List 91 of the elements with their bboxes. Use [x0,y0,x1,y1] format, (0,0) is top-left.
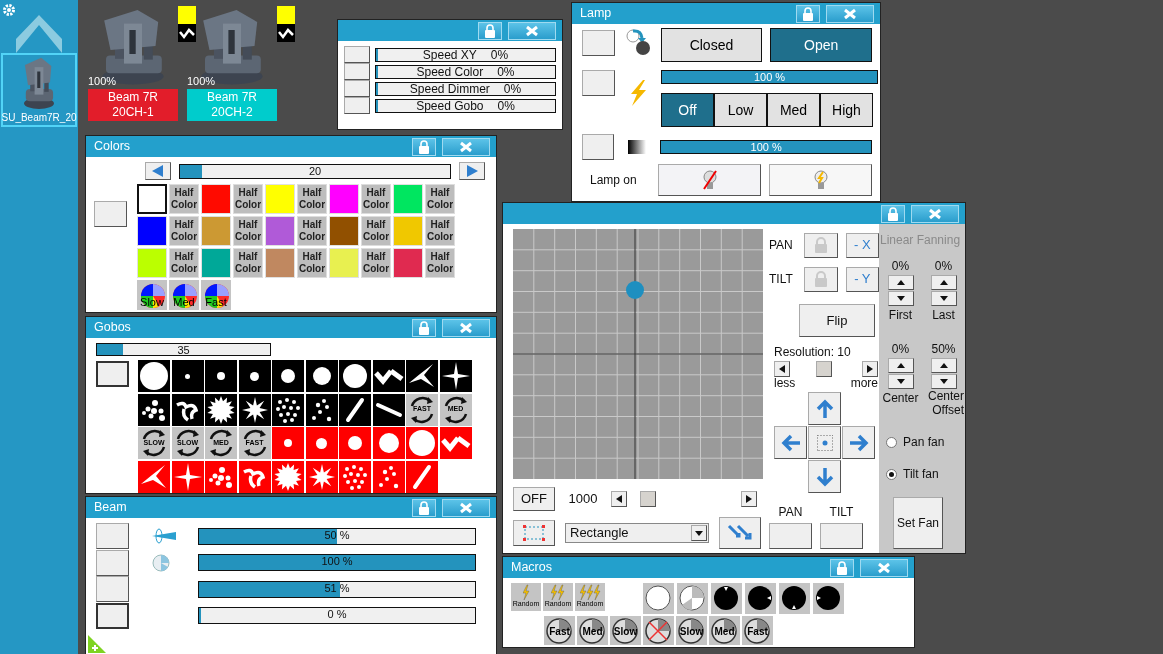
speed-macro-button[interactable]: Fast [544,616,575,645]
intensity-label: 100% [187,76,217,87]
axis-label: TILT [769,271,794,288]
half-color-button[interactable]: Half Color [169,248,199,278]
fan-label: Center Offset [926,389,964,417]
level-reading: 20 [308,164,322,177]
half-color-button[interactable]: Half Color [425,184,455,214]
window-title: Gobos [94,319,131,337]
fixture-label: SU_Beam7R_20 [1,110,77,125]
speed-macro-button[interactable]: Med [577,616,608,645]
radio-option[interactable]: Tilt fan [886,465,964,483]
half-color-button[interactable]: Half Color [297,184,327,214]
beam-slider[interactable]: 51 % [198,580,476,598]
speed-slider[interactable]: Speed XY 0% [375,47,556,62]
speed-slider[interactable]: Speed Dimmer 0% [375,81,556,96]
half-color-button[interactable]: Half Color [233,248,263,278]
power-button[interactable]: Off [661,93,714,127]
fan-label: Center [882,390,919,407]
speed-value: 0% [490,48,509,61]
level-reading: 100 % [753,71,786,83]
window-title: Colors [94,138,131,156]
percent-value: 0% [934,258,953,275]
color-wheel-button[interactable]: Fast [201,280,231,310]
speed-value: 0% [503,82,522,95]
shutter-button[interactable]: Closed [660,28,763,62]
radio-option[interactable]: Pan fan [886,433,964,451]
level-reading: 100 % [321,555,353,568]
off-button[interactable]: OFF [513,487,555,511]
half-color-button[interactable]: Half Color [425,216,455,246]
half-color-button[interactable]: Half Color [297,248,327,278]
fan-label: Last [932,307,955,324]
axis-label: PAN [778,504,803,521]
percent-value: 0% [891,341,910,358]
half-color-button[interactable]: Half Color [169,184,199,214]
half-color-button[interactable]: Half Color [361,184,391,214]
beam-slider[interactable]: 0 % [198,607,476,625]
level-reading: 0 % [327,608,347,621]
window-title: Beam [94,499,127,517]
speed-value: 0% [497,65,515,78]
flip-button[interactable]: Flip [799,304,875,337]
speed-label: Speed Gobo [416,99,484,112]
gobo-slider[interactable]: 35 [96,343,271,356]
speed-macro-button[interactable]: Fast [742,616,773,645]
half-color-button[interactable]: Half Color [233,184,263,214]
level-reading: 35 [177,344,190,355]
half-color-button[interactable]: Half Color [425,248,455,278]
less-label: less [774,377,796,389]
half-color-button[interactable]: Half Color [297,216,327,246]
half-color-button[interactable]: Half Color [361,248,391,278]
power-button[interactable]: Med [767,93,820,127]
set-fan-button[interactable]: Set Fan [893,497,943,549]
level-reading: 51 % [324,581,350,594]
shutter-button[interactable]: Open [770,28,872,62]
level-reading: 100 % [750,141,782,153]
color-wheel-button[interactable]: Slow [137,280,167,310]
level-reading: 50 % [324,528,350,541]
speed-slider[interactable]: Speed Color 0% [375,64,556,79]
power-button[interactable]: High [820,93,873,127]
color-slider[interactable]: 20 [179,163,451,179]
power-button[interactable]: Low [714,93,767,127]
speed-slider[interactable]: Speed Gobo 0% [375,98,556,113]
dimmer-slider[interactable]: 100 % [661,70,878,84]
fanning-title: Linear Fanning [880,232,962,249]
lamp-on-label: Lamp on [589,172,638,189]
fade-slider[interactable]: 100 % [660,140,872,154]
speed-macro-button[interactable]: Med [709,616,740,645]
more-label: more [850,377,878,389]
axis-label: TILT [829,504,854,521]
window-title: Lamp [580,5,612,23]
half-color-button[interactable]: Half Color [169,216,199,246]
half-color-button[interactable]: Half Color [361,216,391,246]
resolution-label: Resolution: 10 [774,344,852,361]
window-title: Macros [511,559,552,577]
speed-label: Speed Color [416,65,484,78]
speed-macro-button[interactable]: Slow [610,616,641,645]
speed-value: 1000 [567,490,599,509]
fan-label: First [888,307,913,324]
axis-label: PAN [769,237,794,254]
shape-dropdown[interactable]: Rectangle [565,523,709,543]
beam-slider[interactable]: 100 % [198,554,476,572]
speed-macro-button[interactable]: Slow [676,616,707,645]
speed-label: Speed Dimmer [409,82,490,95]
invert-button[interactable]: - X [845,232,879,258]
fixture-name-label[interactable]: Beam 7R 20CH-1 [88,89,178,121]
half-color-button[interactable]: Half Color [233,216,263,246]
speed-label: Speed XY [422,48,477,61]
percent-value: 50% [931,341,956,358]
beam-slider[interactable]: 50 % [198,527,476,545]
percent-value: 0% [891,258,910,275]
speed-value: 0% [497,99,515,112]
invert-button[interactable]: - Y [845,266,879,292]
